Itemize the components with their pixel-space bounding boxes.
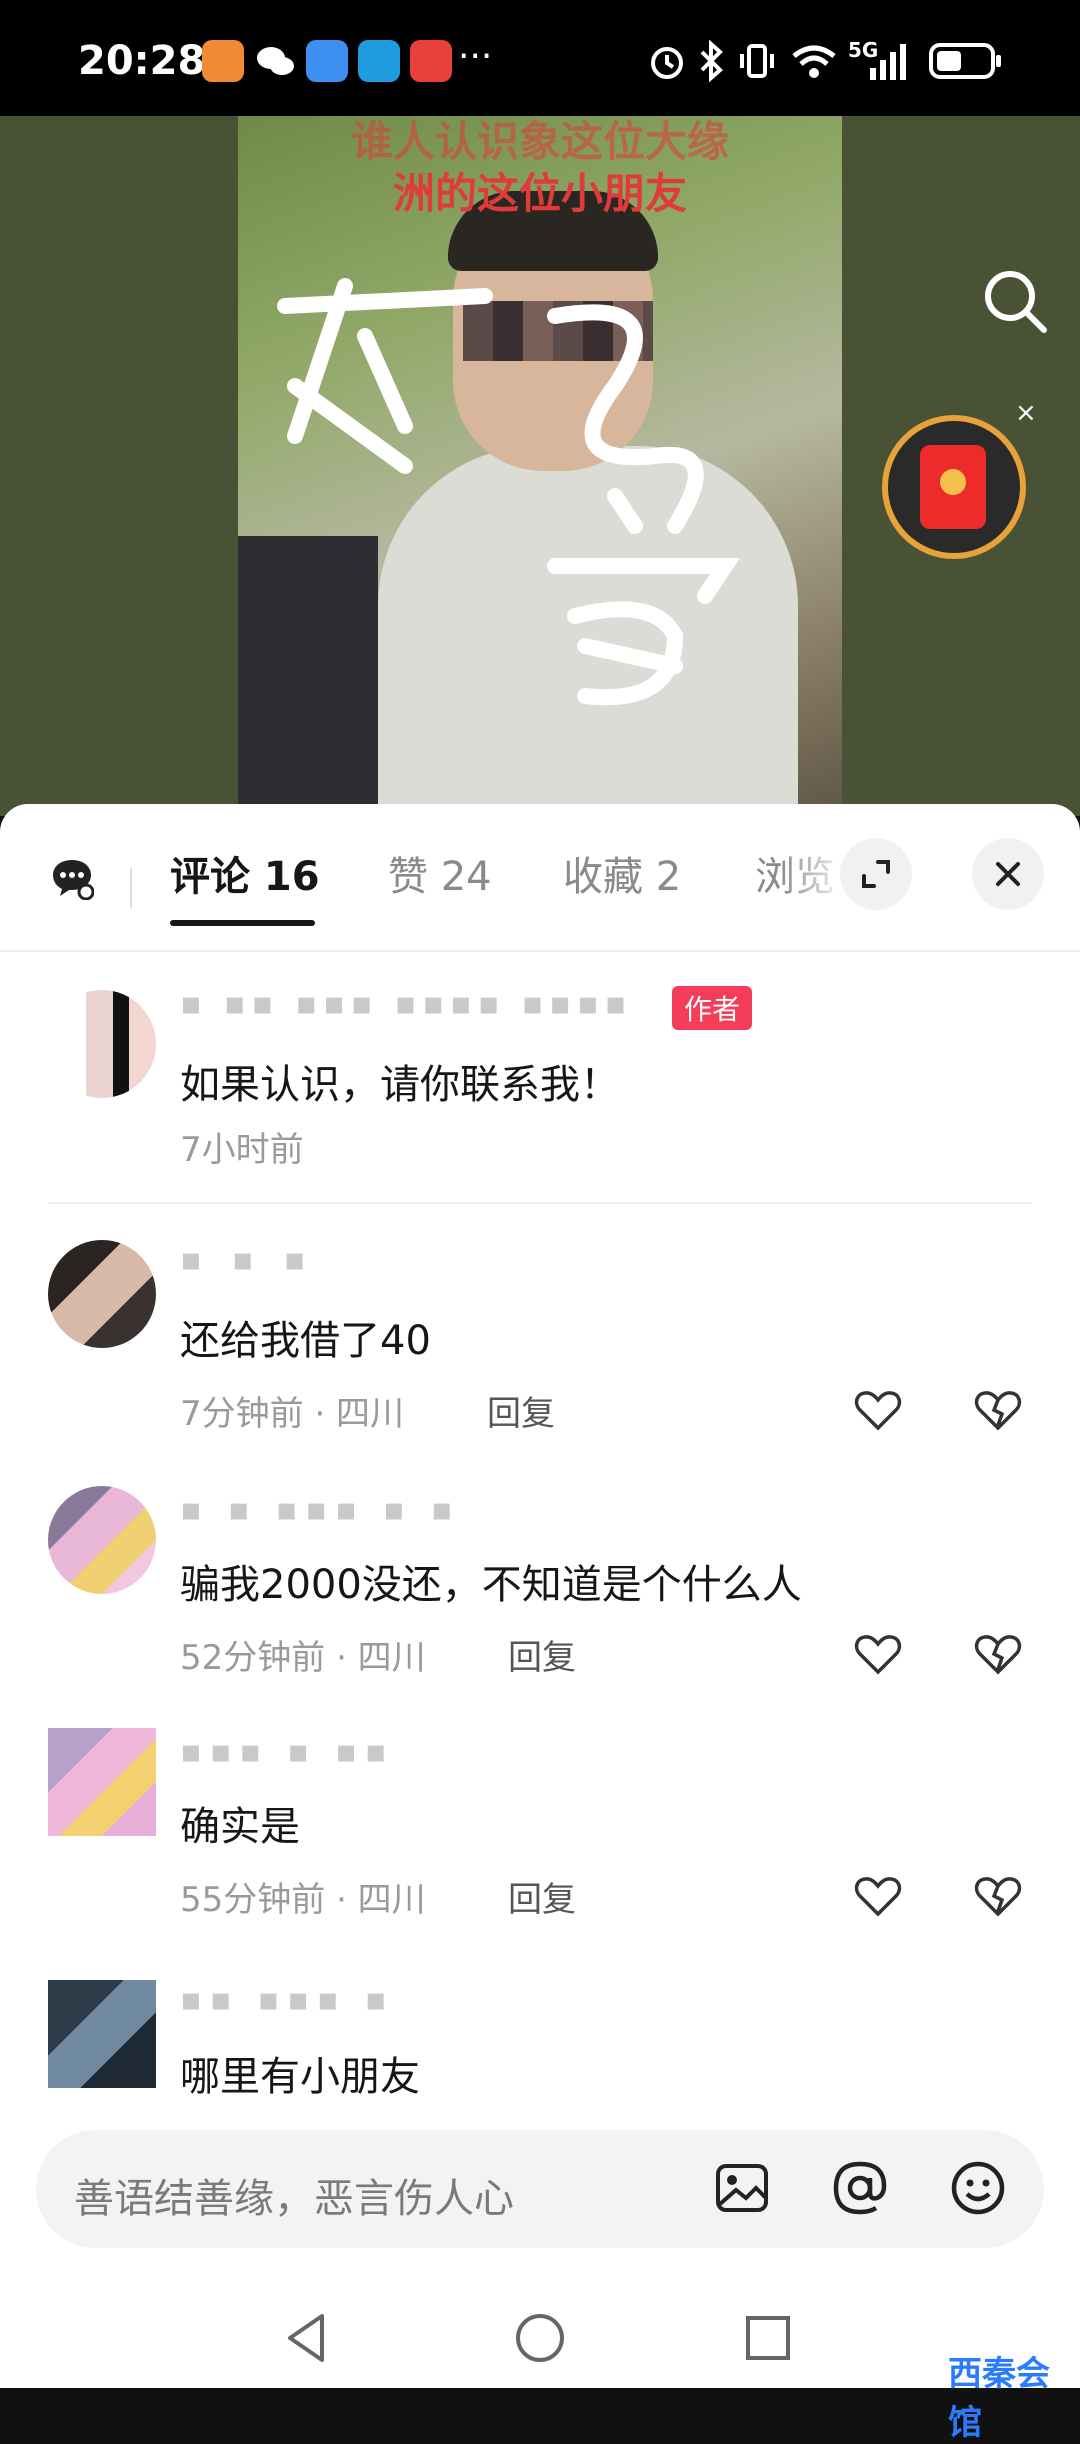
chat-settings-icon[interactable]	[50, 856, 94, 900]
avatar[interactable]	[48, 1240, 156, 1348]
active-tab-indicator	[170, 920, 315, 926]
comment-text: 确实是	[180, 1804, 300, 1850]
store-icon	[410, 40, 452, 82]
close-button[interactable]	[972, 838, 1044, 910]
comment-text: 还给我借了40	[180, 1318, 431, 1364]
handwritten-overlay	[277, 278, 740, 706]
vibrate-icon	[740, 44, 774, 78]
signal-icon	[870, 44, 906, 80]
avatar[interactable]	[48, 1980, 156, 2088]
app-notification-icon	[202, 40, 244, 82]
search-icon[interactable]	[980, 266, 1050, 336]
heart-icon[interactable]	[852, 1870, 904, 1922]
username-blurred[interactable]: ▪ ▪▪ ▪▪▪ ▪▪▪▪ ▪▪▪▪	[180, 984, 632, 1022]
heart-icon[interactable]	[852, 1384, 904, 1436]
expand-button[interactable]	[840, 838, 912, 910]
back-icon[interactable]	[278, 2308, 338, 2368]
username-blurred[interactable]: ▪ ▪ ▪	[180, 1240, 315, 1278]
comment-time-location: 52分钟前 · 四川	[180, 1638, 426, 1678]
reply-button[interactable]: 回复	[487, 1386, 555, 1435]
username-blurred[interactable]: ▪▪ ▪▪▪ ▪	[180, 1980, 394, 2018]
comment-time-location: 55分钟前 · 四川	[180, 1880, 426, 1920]
bluetooth-icon	[700, 40, 723, 82]
red-packet-close-button[interactable]: ×	[1015, 398, 1037, 428]
caption-line-1: 谁人认识象这位大缘	[350, 117, 729, 166]
watermark: 西秦会馆	[948, 2354, 1050, 2443]
comment-time: 7小时前	[180, 1130, 304, 1170]
recents-icon[interactable]	[738, 2308, 798, 2368]
avatar[interactable]	[48, 990, 156, 1098]
video-caption: 谁人认识象这位大缘 洲的这位小朋友	[238, 116, 842, 220]
expand-icon	[862, 860, 890, 888]
caption-line-2: 洲的这位小朋友	[392, 169, 687, 218]
home-icon[interactable]	[510, 2308, 570, 2368]
wechat-icon	[254, 40, 296, 82]
tab-fade	[780, 824, 850, 944]
author-badge: 作者	[672, 986, 753, 1030]
reply-button[interactable]: 回复	[508, 1630, 576, 1679]
more-notifications: ···	[458, 36, 493, 77]
at-icon[interactable]	[830, 2158, 890, 2218]
image-icon[interactable]	[712, 2158, 772, 2218]
status-bar: 20:28 ··· 5G	[0, 0, 1080, 116]
avatar[interactable]	[48, 1486, 156, 1594]
tab-bar: 评论 16 赞 24 收藏 2 浏览	[0, 804, 1080, 952]
heart-icon[interactable]	[852, 1628, 904, 1680]
emoji-icon[interactable]	[948, 2158, 1008, 2218]
username-blurred[interactable]: ▪▪▪ ▪ ▪▪	[180, 1732, 394, 1770]
avatar[interactable]	[48, 1728, 156, 1836]
tab-likes[interactable]: 赞 24	[388, 844, 492, 902]
author-comment-divider	[48, 1202, 1032, 1204]
comment-input-placeholder: 善语结善缘，恶言伤人心	[74, 2176, 514, 2222]
reply-button[interactable]: 回复	[508, 1872, 576, 1921]
comment-input[interactable]: 善语结善缘，恶言伤人心	[36, 2130, 1044, 2248]
red-envelope-icon	[920, 445, 986, 529]
tab-comments[interactable]: 评论 16	[170, 844, 320, 902]
red-packet-button[interactable]	[882, 415, 1026, 559]
username-blurred[interactable]: ▪ ▪ ▪▪▪ ▪ ▪	[180, 1490, 461, 1528]
alarm-icon	[651, 47, 683, 79]
wifi-icon	[792, 45, 836, 78]
video-player[interactable]: 谁人认识象这位大缘 洲的这位小朋友 ×	[0, 116, 1080, 816]
battery-icon	[929, 43, 1001, 79]
system-nav-bar	[0, 2278, 1080, 2388]
comment-text: 如果认识，请你联系我！	[180, 1062, 620, 1108]
tab-favorites[interactable]: 收藏 2	[563, 844, 681, 902]
broken-heart-icon[interactable]	[972, 1384, 1024, 1436]
broken-heart-icon[interactable]	[972, 1870, 1024, 1922]
comments-panel: 评论 16 赞 24 收藏 2 浏览 ▪ ▪▪ ▪▪▪ ▪▪▪▪ ▪▪▪▪ 作者…	[0, 804, 1080, 2388]
comment-text: 骗我2000没还，不知道是个什么人	[180, 1562, 802, 1608]
comment-time-location: 7分钟前 · 四川	[180, 1394, 405, 1434]
browser-icon	[306, 40, 348, 82]
tab-divider	[130, 868, 132, 908]
edge-icon	[358, 40, 400, 82]
status-time: 20:28	[78, 38, 206, 84]
close-icon	[996, 862, 1020, 886]
comment-text: 哪里有小朋友	[180, 2054, 420, 2100]
broken-heart-icon[interactable]	[972, 1628, 1024, 1680]
